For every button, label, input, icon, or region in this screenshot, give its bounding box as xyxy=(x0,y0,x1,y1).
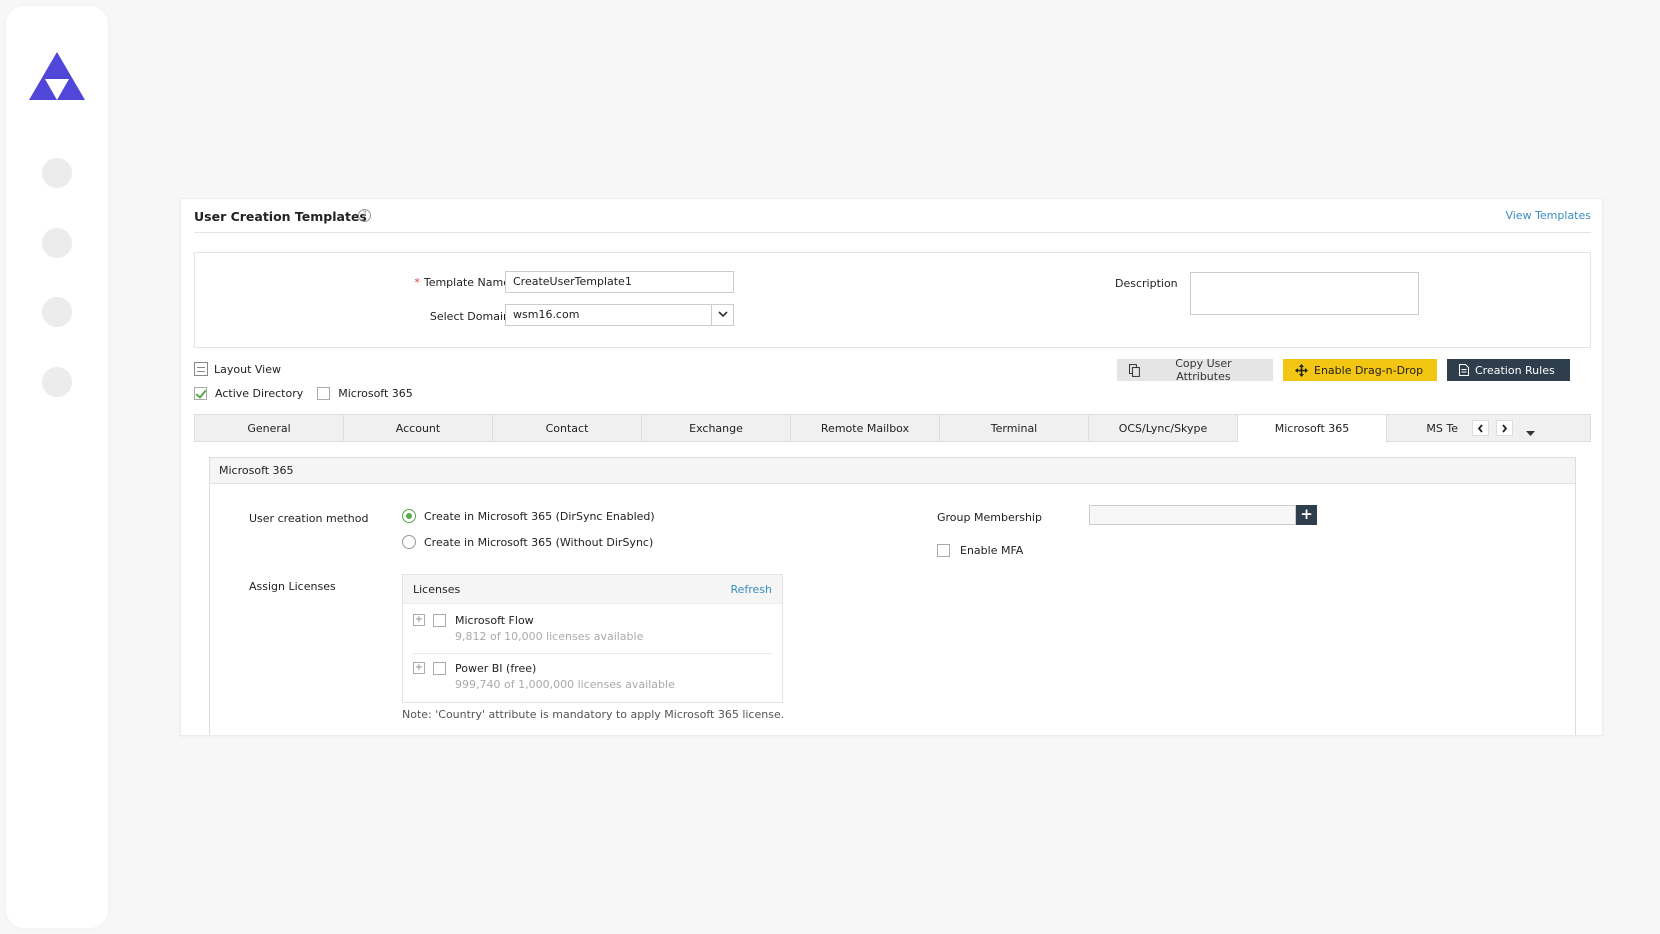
select-domain-label: Select Domain xyxy=(429,310,510,323)
license-checkbox[interactable] xyxy=(433,614,446,627)
caret-down-icon[interactable] xyxy=(1526,426,1535,439)
tab-exchange[interactable]: Exchange xyxy=(642,415,791,442)
document-icon xyxy=(1459,364,1469,376)
view-templates-link[interactable]: View Templates xyxy=(1505,209,1591,222)
radio-unselected-icon[interactable] xyxy=(402,535,416,549)
template-name-label: * Template Name xyxy=(414,276,510,289)
select-domain-value: wsm16.com xyxy=(513,308,580,321)
tab-bar: General Account Contact Exchange Remote … xyxy=(194,414,1591,443)
select-domain-dropdown[interactable]: wsm16.com xyxy=(505,304,734,326)
license-availability: 999,740 of 1,000,000 licenses available xyxy=(455,678,675,691)
radio-without-dirsync-label: Create in Microsoft 365 (Without DirSync… xyxy=(424,535,654,549)
nav-item-1-icon[interactable] xyxy=(42,158,72,188)
enable-drag-n-drop-label: Enable Drag-n-Drop xyxy=(1314,363,1424,377)
required-mark: * xyxy=(414,276,420,289)
radio-dirsync-label: Create in Microsoft 365 (DirSync Enabled… xyxy=(424,509,655,523)
help-icon[interactable]: ? xyxy=(358,209,371,222)
enable-mfa-label: Enable MFA xyxy=(960,544,1024,557)
copy-icon xyxy=(1129,363,1140,377)
sidebar xyxy=(6,6,108,928)
page-title: User Creation Templates xyxy=(194,209,367,224)
licenses-panel: Licenses Refresh + Microsoft Flow 9,812 … xyxy=(402,574,783,703)
refresh-link[interactable]: Refresh xyxy=(730,583,772,596)
creation-rules-label: Creation Rules xyxy=(1475,363,1555,377)
radio-selected-icon[interactable] xyxy=(402,509,416,523)
assign-licenses-label: Assign Licenses xyxy=(249,580,336,593)
toolbar: Layout View Active Directory Microsoft 3… xyxy=(194,357,1591,409)
microsoft-365-section: Microsoft 365 User creation method Creat… xyxy=(209,457,1576,735)
microsoft-365-label: Microsoft 365 xyxy=(338,387,413,400)
enable-mfa-checkbox[interactable] xyxy=(937,544,950,557)
active-directory-label: Active Directory xyxy=(215,387,304,400)
expand-plus-icon[interactable]: + xyxy=(413,614,425,626)
tab-general[interactable]: General xyxy=(195,415,344,442)
license-name: Microsoft Flow xyxy=(455,614,534,627)
tab-terminal[interactable]: Terminal xyxy=(940,415,1089,442)
list-item: + Power BI (free) 999,740 of 1,000,000 l… xyxy=(403,657,782,705)
chevron-down-icon[interactable] xyxy=(711,305,733,325)
directory-checkboxes: Active Directory Microsoft 365 xyxy=(194,387,427,400)
user-creation-templates-card: User Creation Templates ? View Templates… xyxy=(180,198,1603,736)
radio-without-dirsync[interactable]: Create in Microsoft 365 (Without DirSync… xyxy=(402,535,653,549)
group-membership-input[interactable] xyxy=(1089,505,1296,525)
license-checkbox[interactable] xyxy=(433,662,446,675)
tab-remote-mailbox[interactable]: Remote Mailbox xyxy=(791,415,940,442)
microsoft-365-checkbox[interactable] xyxy=(317,387,331,400)
licenses-title: Licenses xyxy=(413,583,461,596)
add-group-button[interactable]: + xyxy=(1296,505,1317,525)
triangle-logo-icon[interactable] xyxy=(27,50,87,102)
tab-microsoft-365[interactable]: Microsoft 365 xyxy=(1238,415,1387,443)
nav-item-4-icon[interactable] xyxy=(42,367,72,397)
nav-item-2-icon[interactable] xyxy=(42,228,72,258)
chevron-right-icon[interactable] xyxy=(1496,420,1513,436)
enable-drag-n-drop-button[interactable]: Enable Drag-n-Drop xyxy=(1283,359,1437,381)
description-label: Description xyxy=(1115,277,1178,290)
layout-view-toggle[interactable]: Layout View xyxy=(194,362,281,376)
tab-account[interactable]: Account xyxy=(344,415,493,442)
list-item: + Microsoft Flow 9,812 of 10,000 license… xyxy=(403,609,782,657)
copy-user-attributes-label: Copy User Attributes xyxy=(1175,357,1232,383)
section-title: Microsoft 365 xyxy=(210,458,1575,484)
chevron-left-icon[interactable] xyxy=(1472,420,1489,436)
template-form: * Template Name CreateUserTemplate1 Selec… xyxy=(194,252,1591,348)
nav-item-3-icon[interactable] xyxy=(42,297,72,327)
expand-plus-icon[interactable]: + xyxy=(413,662,425,674)
license-note: Note: 'Country' attribute is mandatory t… xyxy=(402,708,785,721)
tab-contact[interactable]: Contact xyxy=(493,415,642,442)
group-membership-label: Group Membership xyxy=(937,511,1042,524)
description-textarea[interactable] xyxy=(1190,272,1419,315)
tab-ocs-lync-skype[interactable]: OCS/Lync/Skype xyxy=(1089,415,1238,442)
license-availability: 9,812 of 10,000 licenses available xyxy=(455,630,644,643)
tab-ms-teams[interactable]: MS Te xyxy=(1387,415,1462,442)
user-creation-method-label: User creation method xyxy=(249,512,369,525)
enable-mfa-option[interactable]: Enable MFA xyxy=(937,544,1023,557)
copy-user-attributes-button[interactable]: Copy User Attributes xyxy=(1117,357,1273,383)
licenses-header: Licenses Refresh xyxy=(403,575,782,604)
template-name-input[interactable]: CreateUserTemplate1 xyxy=(505,271,734,293)
license-name: Power BI (free) xyxy=(455,662,537,675)
layout-grid-icon xyxy=(194,362,208,376)
radio-dirsync-enabled[interactable]: Create in Microsoft 365 (DirSync Enabled… xyxy=(402,509,655,523)
divider xyxy=(413,653,772,654)
creation-rules-button[interactable]: Creation Rules xyxy=(1447,359,1570,381)
layout-view-label: Layout View xyxy=(214,362,281,376)
active-directory-checkbox[interactable] xyxy=(194,387,207,400)
card-header: User Creation Templates ? View Templates xyxy=(194,199,1591,233)
move-arrows-icon xyxy=(1295,363,1308,377)
